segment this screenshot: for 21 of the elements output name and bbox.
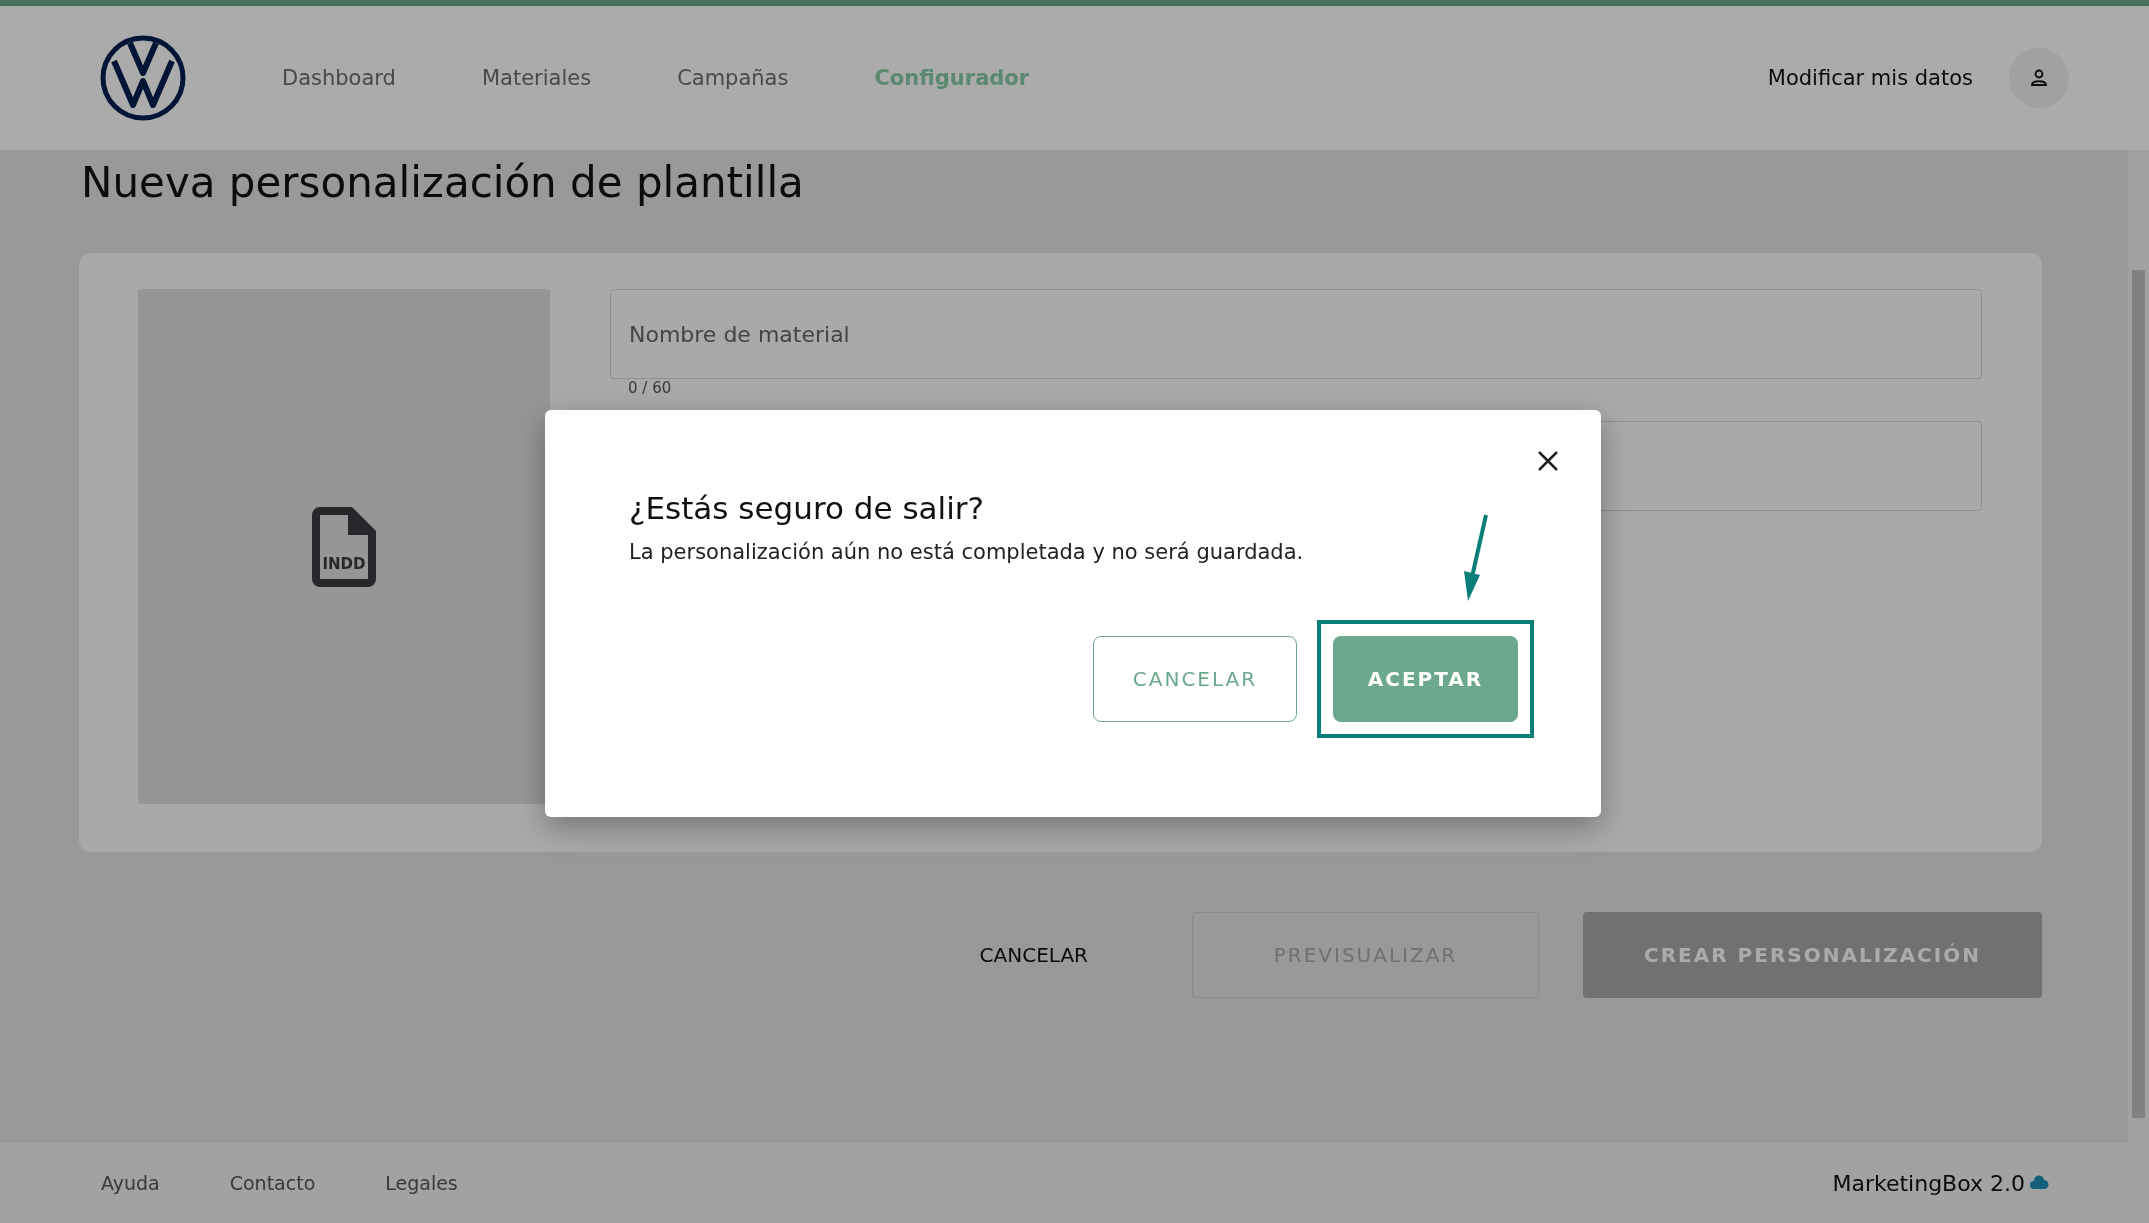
- brand-name: MarketingBox 2.0: [1832, 1170, 2025, 1196]
- cancel-button[interactable]: CANCELAR: [919, 912, 1148, 998]
- cloud-icon: [2029, 1175, 2049, 1191]
- footer-link[interactable]: Ayuda: [101, 1172, 160, 1194]
- dialog-title: ¿Estás seguro de salir?: [629, 490, 985, 526]
- dialog-message: La personalización aún no está completada y no será guardada.: [629, 540, 1305, 564]
- page-title: Nueva personalización de plantilla: [81, 158, 805, 207]
- text-field[interactable]: Nombre de material: [610, 289, 1982, 379]
- logo-icon: [100, 35, 186, 121]
- footer-link[interactable]: Contacto: [229, 1172, 316, 1194]
- nav-link[interactable]: Materiales: [481, 66, 592, 90]
- user-icon: [2030, 69, 2048, 87]
- accept-button[interactable]: ACEPTAR: [1333, 636, 1518, 722]
- character-counter: 0 / 60: [628, 379, 673, 397]
- nav-link[interactable]: Dashboard: [282, 66, 396, 90]
- scrollbar[interactable]: [2128, 150, 2149, 1143]
- file-icon: INDD: [312, 506, 376, 587]
- cancel-button[interactable]: CANCELAR: [1093, 636, 1297, 722]
- footer-link[interactable]: Legales: [385, 1172, 458, 1194]
- account-link[interactable]: Modificar mis datos: [1767, 66, 1973, 90]
- nav-link[interactable]: Campañas: [677, 66, 789, 90]
